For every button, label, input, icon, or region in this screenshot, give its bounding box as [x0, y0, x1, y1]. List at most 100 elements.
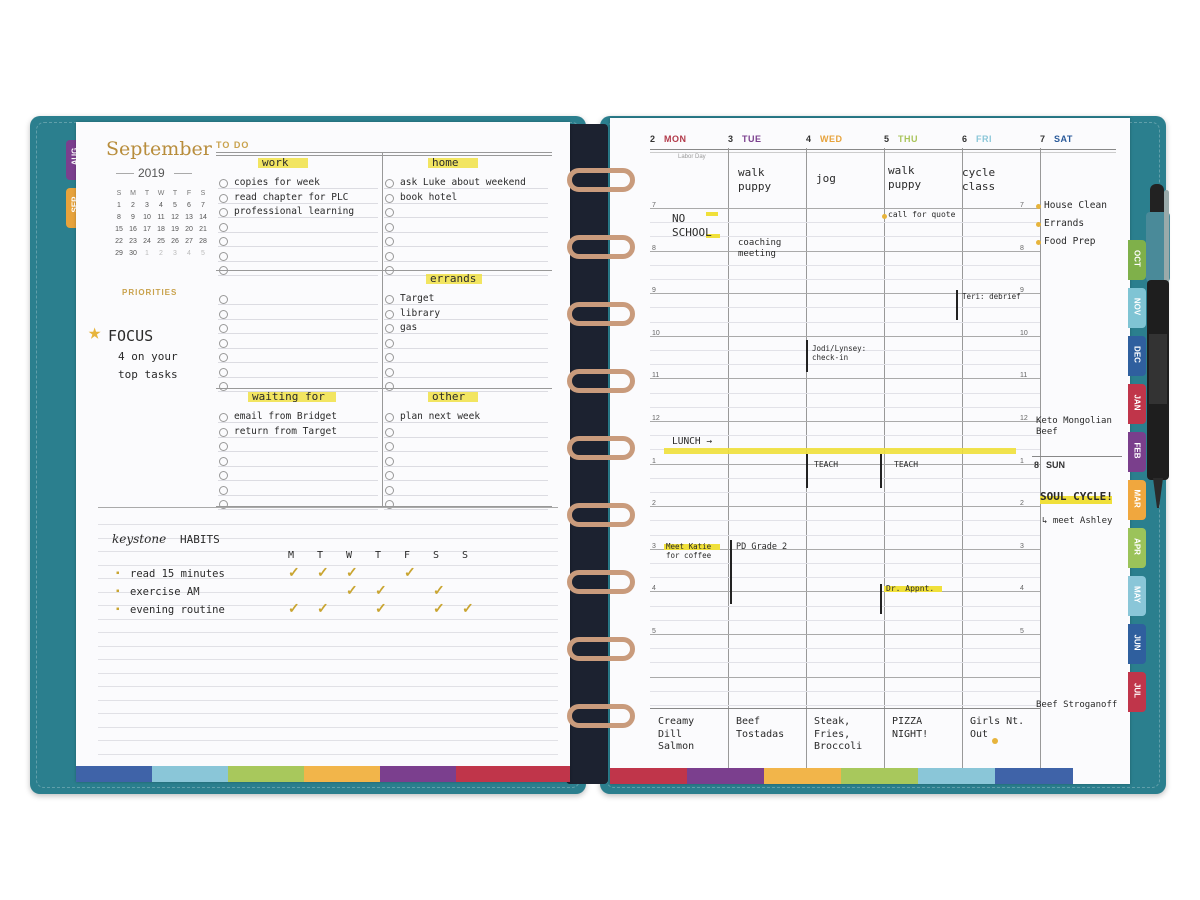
habit-check-icon[interactable]: ✓ [433, 582, 445, 599]
calendar-day[interactable]: 3 [140, 202, 154, 209]
habit-check-icon[interactable]: ✓ [375, 582, 387, 599]
calendar-day[interactable]: 14 [196, 214, 210, 221]
calendar-day[interactable]: 6 [182, 202, 196, 209]
calendar-day[interactable]: 30 [126, 250, 140, 257]
entry-walk-puppy-thu[interactable]: walk puppy [888, 164, 948, 192]
calendar-day[interactable]: 1 [112, 202, 126, 209]
habit-check-icon[interactable]: ✓ [317, 600, 329, 617]
calendar-day[interactable]: 8 [112, 214, 126, 221]
entry-coaching[interactable]: coaching meeting [738, 238, 798, 261]
tab-apr[interactable]: APR [1128, 528, 1146, 568]
task-checkbox[interactable] [219, 266, 228, 275]
task-checkbox[interactable] [385, 237, 394, 246]
task-checkbox[interactable] [219, 442, 228, 451]
task-checkbox[interactable] [219, 382, 228, 391]
task-checkbox[interactable] [385, 338, 394, 348]
task-checkbox[interactable] [219, 456, 228, 466]
task-checkbox[interactable] [219, 251, 228, 261]
entry-cycle-class-fri[interactable]: cycle class [962, 166, 1022, 194]
task-checkbox[interactable] [219, 471, 228, 480]
task-checkbox[interactable] [219, 338, 228, 348]
task-checkbox[interactable] [385, 413, 394, 422]
calendar-day[interactable]: 3 [168, 250, 182, 257]
habit-check-icon[interactable]: ✓ [288, 600, 300, 617]
saturday-dinner[interactable]: Keto Mongolian Beef [1036, 416, 1126, 439]
calendar-day[interactable]: 19 [168, 226, 182, 233]
task-checkbox[interactable] [219, 295, 228, 304]
calendar-day[interactable]: 4 [154, 202, 168, 209]
task-checkbox[interactable] [385, 353, 394, 362]
task-checkbox[interactable] [219, 193, 228, 203]
task-checkbox[interactable] [385, 382, 394, 391]
calendar-day[interactable]: 28 [196, 238, 210, 245]
task-checkbox[interactable] [219, 179, 228, 188]
sunday-note[interactable]: SOUL CYCLE! [1040, 490, 1113, 504]
task-checkbox[interactable] [385, 208, 394, 217]
habit-check-icon[interactable]: ✓ [346, 582, 358, 599]
task-checkbox[interactable] [385, 427, 394, 437]
entry-meet-katie[interactable]: Meet Katie for coffee [666, 542, 728, 561]
task-checkbox[interactable] [385, 179, 394, 188]
calendar-day[interactable]: 20 [182, 226, 196, 233]
calendar-day[interactable]: 24 [140, 238, 154, 245]
habit-check-icon[interactable]: ✓ [317, 564, 329, 581]
sunday-sub[interactable]: ↳ meet Ashley [1042, 516, 1112, 527]
entry-no-school[interactable]: NO SCHOOL [672, 212, 720, 240]
entry-teri[interactable]: Teri: debrief [962, 292, 1032, 301]
habit-check-icon[interactable]: ✓ [288, 564, 300, 581]
calendar-day[interactable]: 7 [196, 202, 210, 209]
calendar-day[interactable]: 29 [112, 250, 126, 257]
task-checkbox[interactable] [385, 324, 394, 333]
calendar-day[interactable]: 10 [140, 214, 154, 221]
calendar-day[interactable]: 2 [126, 202, 140, 209]
task-checkbox[interactable] [385, 442, 394, 451]
entry-jog-wed[interactable]: jog [816, 172, 876, 186]
calendar-day[interactable]: 18 [154, 226, 168, 233]
task-checkbox[interactable] [385, 471, 394, 480]
saturday-item[interactable]: Food Prep [1044, 236, 1095, 248]
task-checkbox[interactable] [385, 251, 394, 261]
task-checkbox[interactable] [219, 237, 228, 246]
task-checkbox[interactable] [219, 367, 228, 377]
habit-check-icon[interactable]: ✓ [433, 600, 445, 617]
calendar-day[interactable]: 17 [140, 226, 154, 233]
dinner-entry[interactable]: Girls Nt. Out [970, 716, 1036, 741]
calendar-day[interactable]: 5 [168, 202, 182, 209]
entry-pd-grade[interactable]: PD Grade 2 [736, 542, 806, 553]
dinner-entry[interactable]: Steak, Fries, Broccoli [814, 716, 880, 754]
dinner-entry[interactable]: Beef Tostadas [736, 716, 802, 741]
task-checkbox[interactable] [219, 208, 228, 217]
entry-teach-thu[interactable]: TEACH [894, 460, 954, 470]
dinner-entry[interactable]: PIZZA NIGHT! [892, 716, 958, 741]
task-checkbox[interactable] [385, 367, 394, 377]
calendar-day[interactable]: 9 [126, 214, 140, 221]
calendar-day[interactable]: 5 [196, 250, 210, 257]
sunday-dinner[interactable]: Beef Stroganoff [1036, 700, 1117, 711]
calendar-day[interactable]: 16 [126, 226, 140, 233]
task-checkbox[interactable] [385, 295, 394, 304]
entry-jodi[interactable]: Jodi/Lynsey: check-in [812, 344, 882, 363]
task-checkbox[interactable] [219, 413, 228, 422]
task-checkbox[interactable] [385, 485, 394, 495]
tab-jul[interactable]: JUL [1128, 672, 1146, 712]
calendar-day[interactable]: 26 [168, 238, 182, 245]
pen[interactable] [1144, 184, 1172, 524]
task-checkbox[interactable] [219, 324, 228, 333]
task-checkbox[interactable] [219, 222, 228, 232]
habit-check-icon[interactable]: ✓ [375, 600, 387, 617]
task-checkbox[interactable] [385, 266, 394, 275]
calendar-day[interactable]: 15 [112, 226, 126, 233]
calendar-day[interactable]: 2 [154, 250, 168, 257]
task-checkbox[interactable] [385, 456, 394, 466]
entry-dr-appt[interactable]: Dr. Appnt. [886, 584, 956, 594]
calendar-day[interactable]: 27 [182, 238, 196, 245]
calendar-day[interactable]: 23 [126, 238, 140, 245]
entry-walk-puppy-tue[interactable]: walk puppy [738, 166, 798, 194]
task-checkbox[interactable] [219, 353, 228, 362]
entry-lunch[interactable]: LUNCH → [672, 436, 752, 448]
calendar-day[interactable]: 1 [140, 250, 154, 257]
tab-may[interactable]: MAY [1128, 576, 1146, 616]
entry-call-quote[interactable]: call for quote [888, 210, 968, 220]
habit-check-icon[interactable]: ✓ [404, 564, 416, 581]
tab-jun[interactable]: JUN [1128, 624, 1146, 664]
